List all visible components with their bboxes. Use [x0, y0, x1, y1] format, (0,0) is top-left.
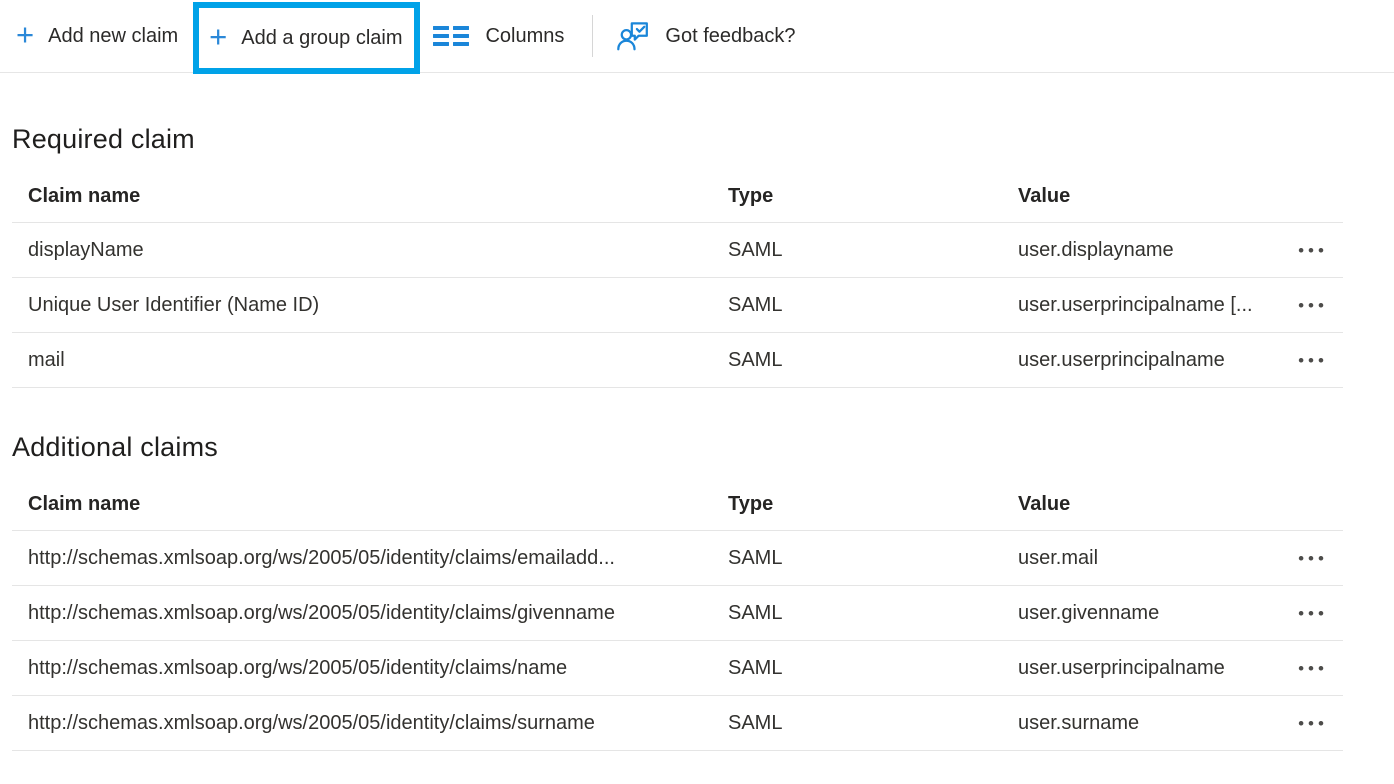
add-group-claim-button[interactable]: + Add a group claim — [209, 23, 402, 54]
annotation-highlight-box: + Add a group claim — [193, 2, 420, 74]
plus-icon: + — [209, 21, 227, 52]
claim-type-cell: SAML — [728, 657, 1018, 680]
row-context-menu-button[interactable]: ••• — [1296, 711, 1330, 736]
claim-name-cell[interactable]: http://schemas.xmlsoap.org/ws/2005/05/id… — [28, 602, 728, 625]
toolbar-divider — [592, 15, 593, 57]
claim-value-cell: user.userprincipalname [... — [1018, 294, 1283, 317]
table-row[interactable]: Unique User Identifier (Name ID) SAML us… — [12, 278, 1343, 333]
table-row[interactable]: http://schemas.xmlsoap.org/ws/2005/05/id… — [12, 531, 1343, 586]
claim-type-cell: SAML — [728, 712, 1018, 735]
columns-button[interactable]: Columns — [433, 25, 564, 48]
table-header-row: Claim name Type Value — [12, 170, 1343, 223]
claim-value-cell: user.displayname — [1018, 239, 1283, 262]
column-header-claim-name: Claim name — [28, 185, 728, 208]
got-feedback-label: Got feedback? — [665, 25, 795, 48]
claim-value-cell: user.givenname — [1018, 602, 1283, 625]
claim-name-cell[interactable]: http://schemas.xmlsoap.org/ws/2005/05/id… — [28, 712, 728, 735]
add-new-claim-label: Add new claim — [48, 25, 178, 48]
additional-claims-table: Claim name Type Value http://schemas.xml… — [12, 478, 1343, 751]
table-row[interactable]: mail SAML user.userprincipalname ••• — [12, 333, 1343, 388]
table-row[interactable]: http://schemas.xmlsoap.org/ws/2005/05/id… — [12, 696, 1343, 751]
row-context-menu-button[interactable]: ••• — [1296, 238, 1330, 263]
command-bar: + Add new claim + Add a group claim Colu… — [0, 0, 1394, 73]
claim-type-cell: SAML — [728, 239, 1018, 262]
column-header-claim-name: Claim name — [28, 493, 728, 516]
row-context-menu-button[interactable]: ••• — [1296, 293, 1330, 318]
claim-value-cell: user.userprincipalname — [1018, 657, 1283, 680]
claim-type-cell: SAML — [728, 547, 1018, 570]
plus-icon: + — [16, 19, 34, 50]
table-row[interactable]: http://schemas.xmlsoap.org/ws/2005/05/id… — [12, 641, 1343, 696]
claim-name-cell[interactable]: http://schemas.xmlsoap.org/ws/2005/05/id… — [28, 547, 728, 570]
table-header-row: Claim name Type Value — [12, 478, 1343, 531]
column-header-value: Value — [1018, 493, 1283, 516]
row-context-menu-button[interactable]: ••• — [1296, 546, 1330, 571]
column-header-type: Type — [728, 185, 1018, 208]
additional-claims-title: Additional claims — [12, 432, 1394, 463]
row-context-menu-button[interactable]: ••• — [1296, 348, 1330, 373]
claim-value-cell: user.mail — [1018, 547, 1283, 570]
columns-label: Columns — [485, 25, 564, 48]
row-context-menu-button[interactable]: ••• — [1296, 656, 1330, 681]
columns-icon — [433, 26, 469, 46]
claim-type-cell: SAML — [728, 349, 1018, 372]
claim-name-cell[interactable]: displayName — [28, 239, 728, 262]
claim-type-cell: SAML — [728, 294, 1018, 317]
claim-value-cell: user.userprincipalname — [1018, 349, 1283, 372]
claim-name-cell[interactable]: Unique User Identifier (Name ID) — [28, 294, 728, 317]
got-feedback-button[interactable]: Got feedback? — [615, 18, 795, 54]
claim-value-cell: user.surname — [1018, 712, 1283, 735]
claim-name-cell[interactable]: http://schemas.xmlsoap.org/ws/2005/05/id… — [28, 657, 728, 680]
required-claims-table: Claim name Type Value displayName SAML u… — [12, 170, 1343, 388]
table-row[interactable]: http://schemas.xmlsoap.org/ws/2005/05/id… — [12, 586, 1343, 641]
column-header-value: Value — [1018, 185, 1283, 208]
required-claim-title: Required claim — [12, 124, 1394, 155]
add-new-claim-button[interactable]: + Add new claim — [16, 21, 178, 52]
add-group-claim-label: Add a group claim — [241, 27, 402, 50]
row-context-menu-button[interactable]: ••• — [1296, 601, 1330, 626]
person-feedback-icon — [615, 18, 651, 54]
column-header-type: Type — [728, 493, 1018, 516]
table-row[interactable]: displayName SAML user.displayname ••• — [12, 223, 1343, 278]
claim-type-cell: SAML — [728, 602, 1018, 625]
claim-name-cell[interactable]: mail — [28, 349, 728, 372]
